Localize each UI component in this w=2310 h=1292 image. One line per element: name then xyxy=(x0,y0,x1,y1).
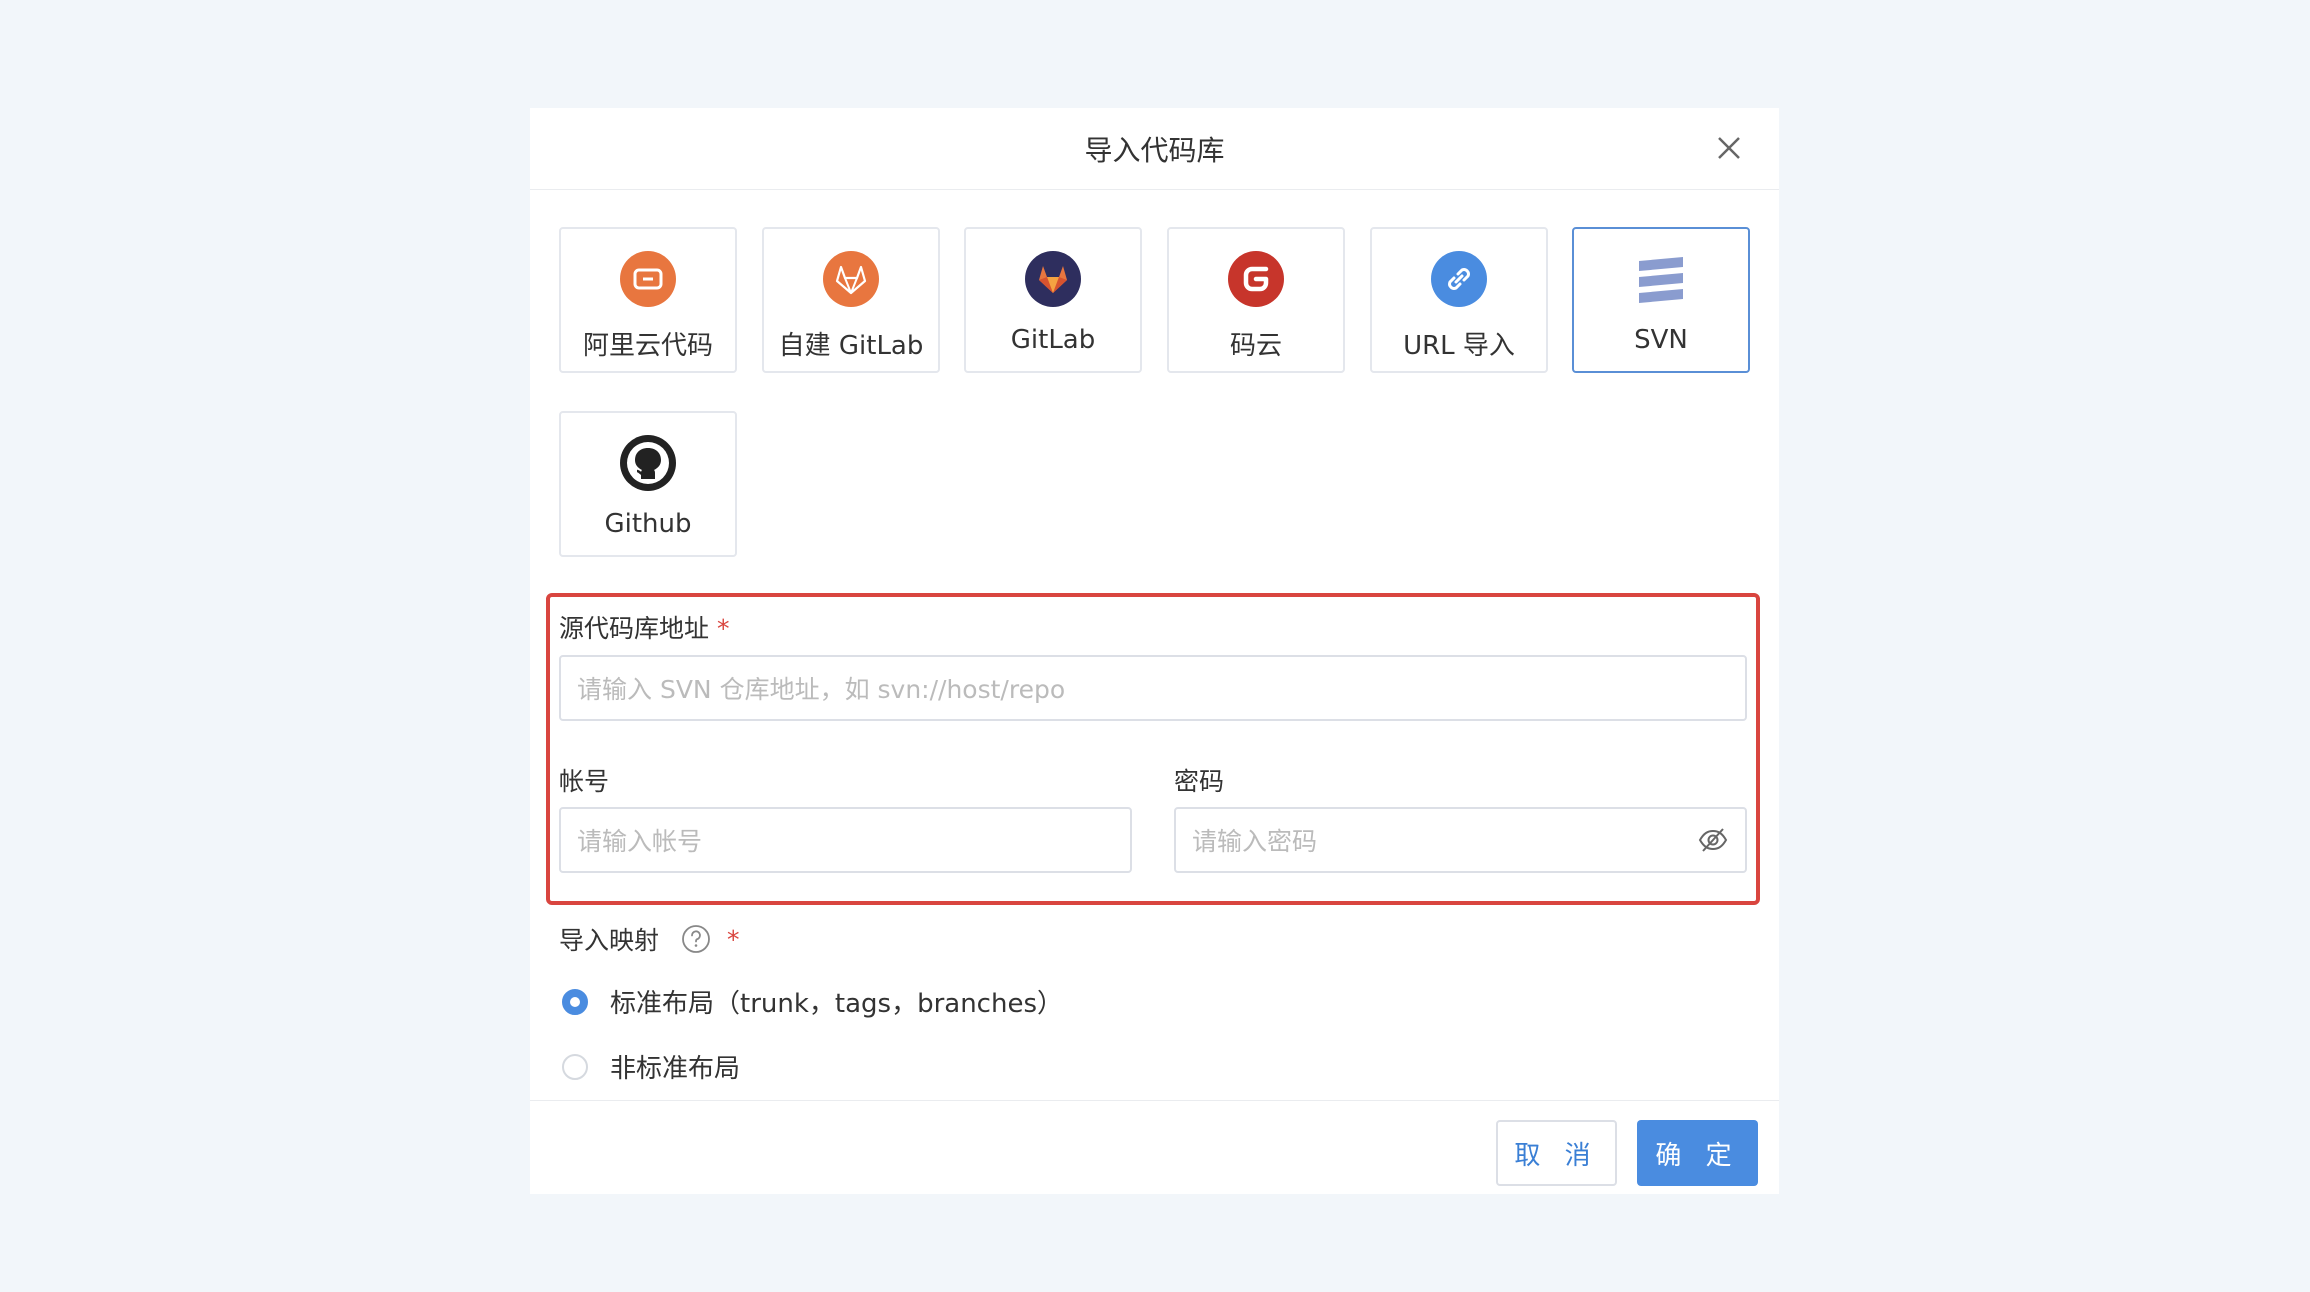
import-repo-dialog: 导入代码库 阿里云代码 自建 GitLab GitLab 码云 URL 导入 S… xyxy=(530,108,1779,1194)
import-mapping-label: 导入映射 * xyxy=(559,921,740,957)
gitee-icon xyxy=(1228,251,1284,307)
svn-icon xyxy=(1639,257,1683,303)
dialog-header: 导入代码库 xyxy=(530,108,1779,190)
account-placeholder: 请输入帐号 xyxy=(577,827,703,856)
account-input[interactable]: 请输入帐号 xyxy=(559,807,1132,873)
source-card-gitee[interactable]: 码云 xyxy=(1167,227,1345,373)
repo-url-label: 源代码库地址 * xyxy=(559,609,730,645)
repo-url-input[interactable]: 请输入 SVN 仓库地址，如 svn://host/repo xyxy=(559,655,1747,721)
required-mark: * xyxy=(717,614,730,643)
source-card-svn[interactable]: SVN xyxy=(1572,227,1750,373)
source-card-self-gitlab[interactable]: 自建 GitLab xyxy=(762,227,940,373)
source-card-label: URL 导入 xyxy=(1403,331,1515,361)
radio-label: 标准布局（trunk，tags，branches） xyxy=(610,989,1063,1019)
radio-nonstandard-layout[interactable]: 非标准布局 xyxy=(562,1048,740,1085)
eye-off-icon[interactable] xyxy=(1697,824,1729,856)
confirm-button[interactable]: 确 定 xyxy=(1637,1120,1758,1186)
gitlab-icon xyxy=(1025,251,1081,307)
source-card-label: SVN xyxy=(1634,325,1688,355)
source-card-label: 码云 xyxy=(1229,331,1282,361)
radio-standard-layout[interactable]: 标准布局（trunk，tags，branches） xyxy=(562,983,1063,1020)
radio-button[interactable] xyxy=(562,1053,588,1080)
self-hosted-gitlab-icon xyxy=(823,251,879,307)
source-card-label: GitLab xyxy=(1010,325,1096,355)
source-card-aliyun[interactable]: 阿里云代码 xyxy=(559,227,737,373)
password-placeholder: 请输入密码 xyxy=(1192,827,1318,856)
required-mark: * xyxy=(727,924,740,954)
source-card-url[interactable]: URL 导入 xyxy=(1370,227,1548,373)
password-label: 密码 xyxy=(1174,767,1225,796)
svn-credentials-section: 源代码库地址 * 请输入 SVN 仓库地址，如 svn://host/repo 帐… xyxy=(546,593,1760,905)
aliyun-code-icon xyxy=(620,251,676,307)
source-card-label: 阿里云代码 xyxy=(582,331,713,361)
close-button[interactable] xyxy=(1711,130,1747,166)
github-icon xyxy=(620,435,676,491)
import-mapping-label-text: 导入映射 xyxy=(559,926,660,955)
source-card-github[interactable]: Github xyxy=(559,411,737,557)
source-card-label: Github xyxy=(604,509,692,539)
link-icon xyxy=(1431,251,1487,307)
radio-label: 非标准布局 xyxy=(610,1054,741,1084)
source-card-gitlab[interactable]: GitLab xyxy=(964,227,1142,373)
cancel-button[interactable]: 取 消 xyxy=(1496,1120,1617,1186)
close-icon xyxy=(1718,137,1740,159)
repo-url-placeholder: 请输入 SVN 仓库地址，如 svn://host/repo xyxy=(577,675,1066,704)
help-icon[interactable] xyxy=(681,924,711,954)
repo-url-label-text: 源代码库地址 xyxy=(559,614,710,643)
source-card-label: 自建 GitLab xyxy=(778,331,924,361)
dialog-title: 导入代码库 xyxy=(1084,133,1225,167)
password-input[interactable]: 请输入密码 xyxy=(1174,807,1747,873)
account-label: 帐号 xyxy=(559,767,610,796)
radio-button-checked[interactable] xyxy=(562,988,588,1015)
